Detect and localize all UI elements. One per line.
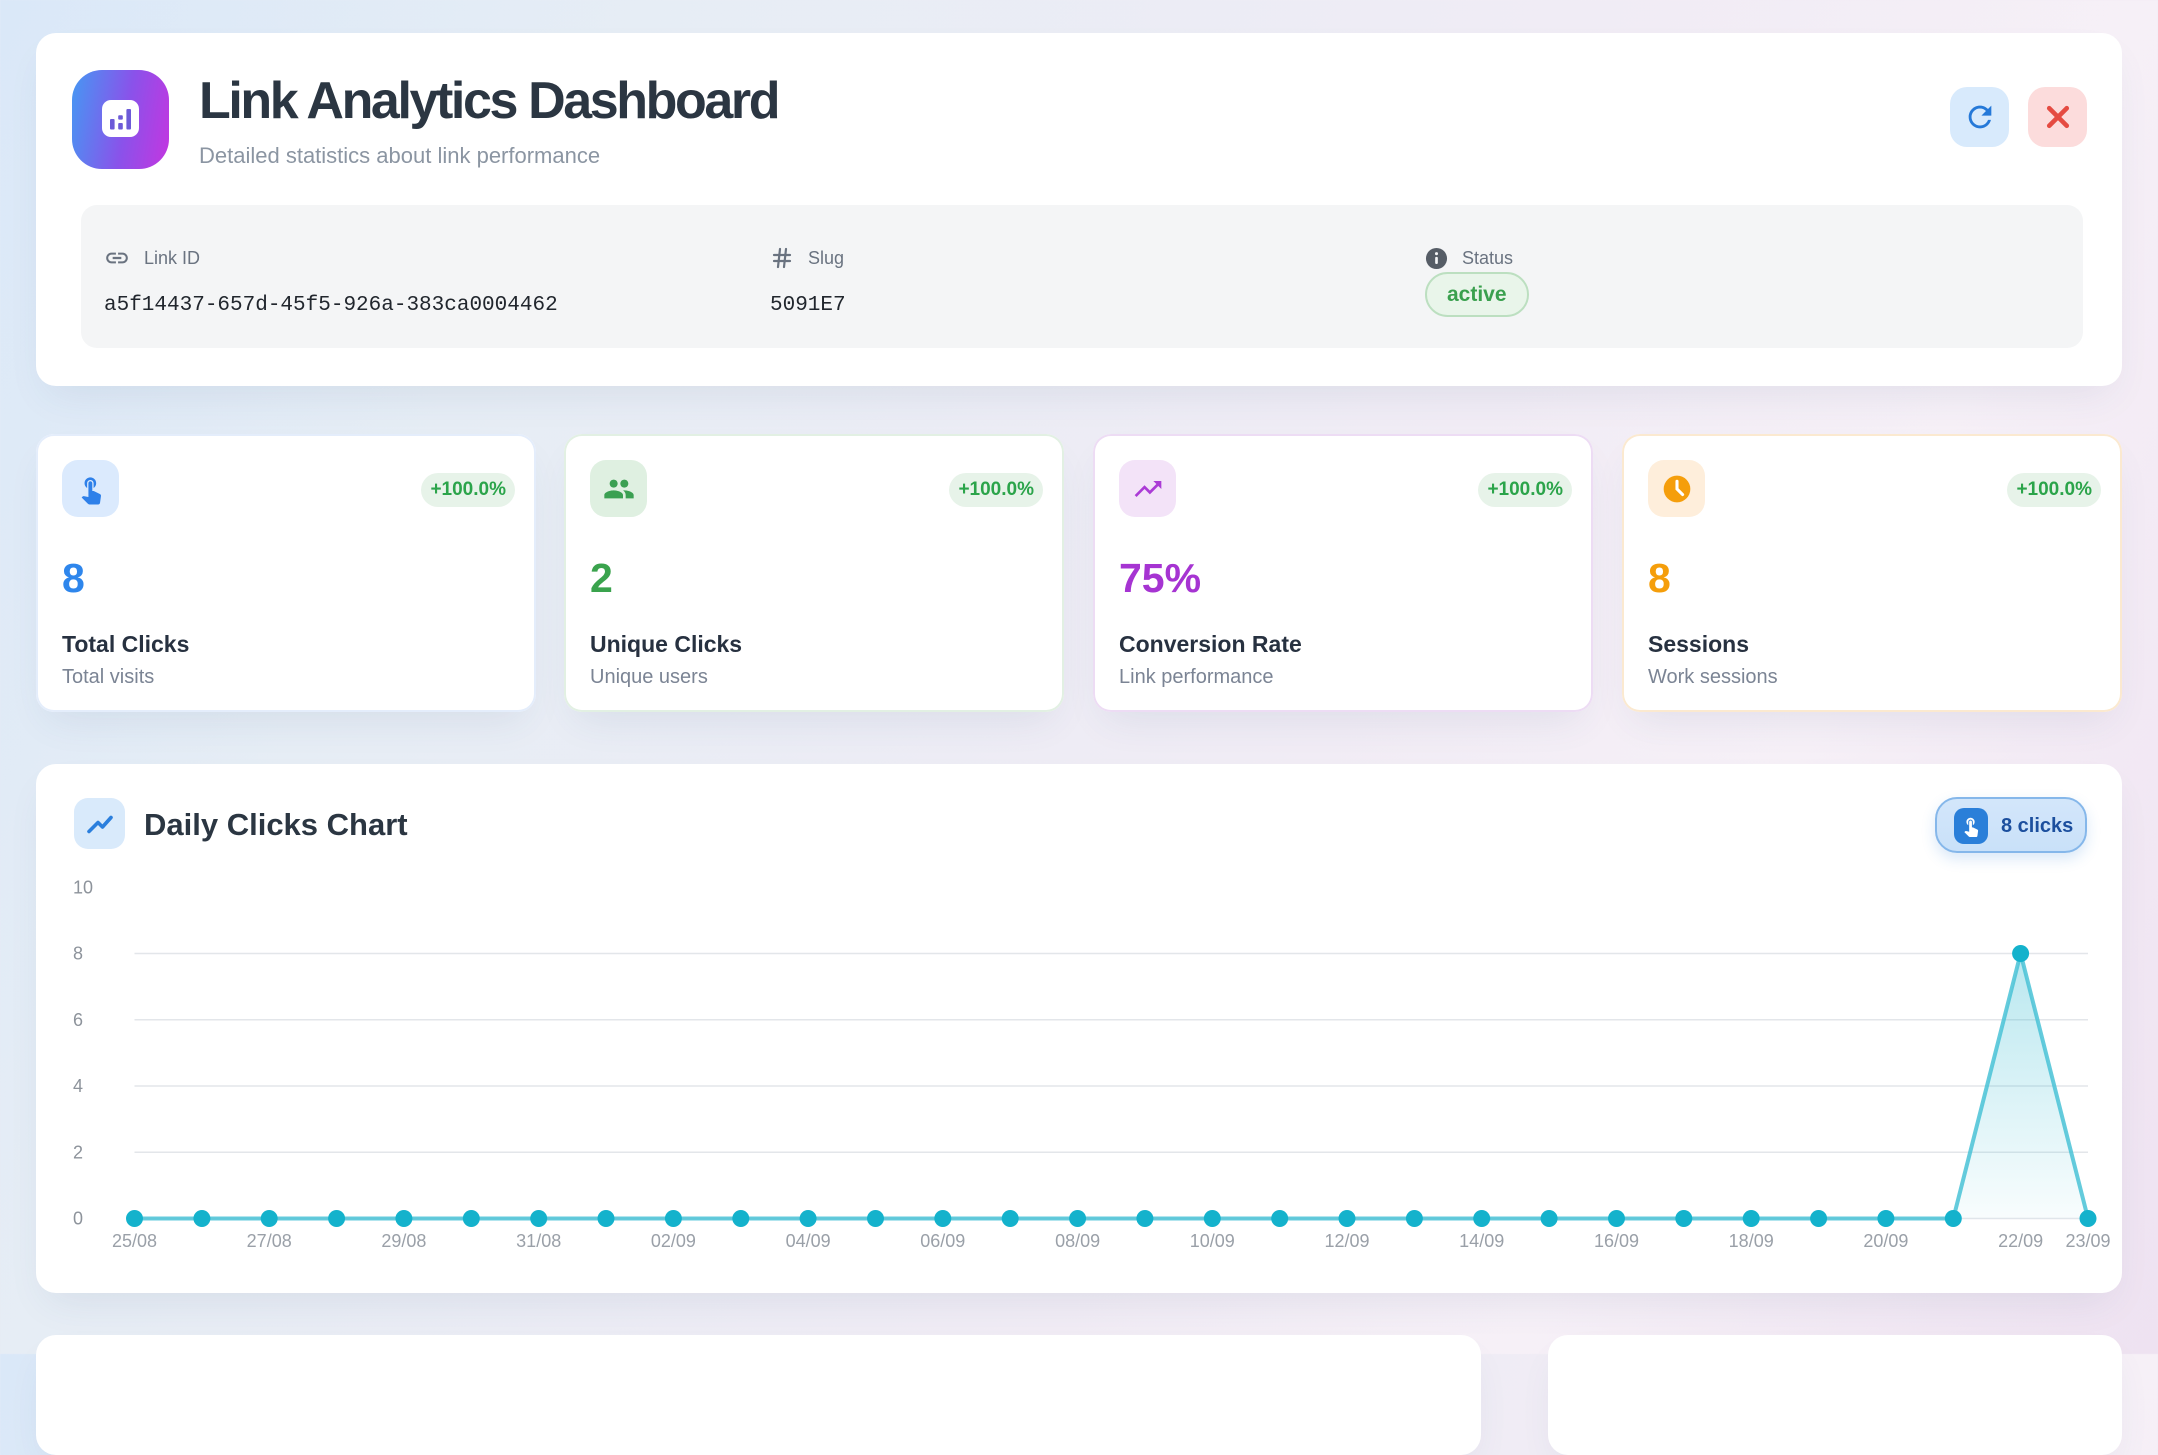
svg-text:0: 0 <box>73 1209 83 1229</box>
svg-text:27/08: 27/08 <box>247 1231 292 1251</box>
svg-text:10: 10 <box>73 877 93 897</box>
svg-text:2: 2 <box>73 1142 83 1162</box>
svg-text:29/08: 29/08 <box>381 1231 426 1251</box>
svg-text:18/09: 18/09 <box>1729 1231 1774 1251</box>
svg-text:6: 6 <box>73 1010 83 1030</box>
svg-text:10/09: 10/09 <box>1190 1231 1235 1251</box>
svg-text:22/09: 22/09 <box>1998 1231 2043 1251</box>
svg-text:25/08: 25/08 <box>112 1231 157 1251</box>
svg-text:12/09: 12/09 <box>1324 1231 1369 1251</box>
svg-text:4: 4 <box>73 1076 83 1096</box>
svg-text:04/09: 04/09 <box>786 1231 831 1251</box>
svg-text:16/09: 16/09 <box>1594 1231 1639 1251</box>
svg-text:02/09: 02/09 <box>651 1231 696 1251</box>
svg-text:06/09: 06/09 <box>920 1231 965 1251</box>
svg-text:20/09: 20/09 <box>1863 1231 1908 1251</box>
svg-text:31/08: 31/08 <box>516 1231 561 1251</box>
svg-text:23/09: 23/09 <box>2065 1231 2110 1251</box>
svg-text:08/09: 08/09 <box>1055 1231 1100 1251</box>
svg-text:8: 8 <box>73 944 83 964</box>
svg-text:14/09: 14/09 <box>1459 1231 1504 1251</box>
